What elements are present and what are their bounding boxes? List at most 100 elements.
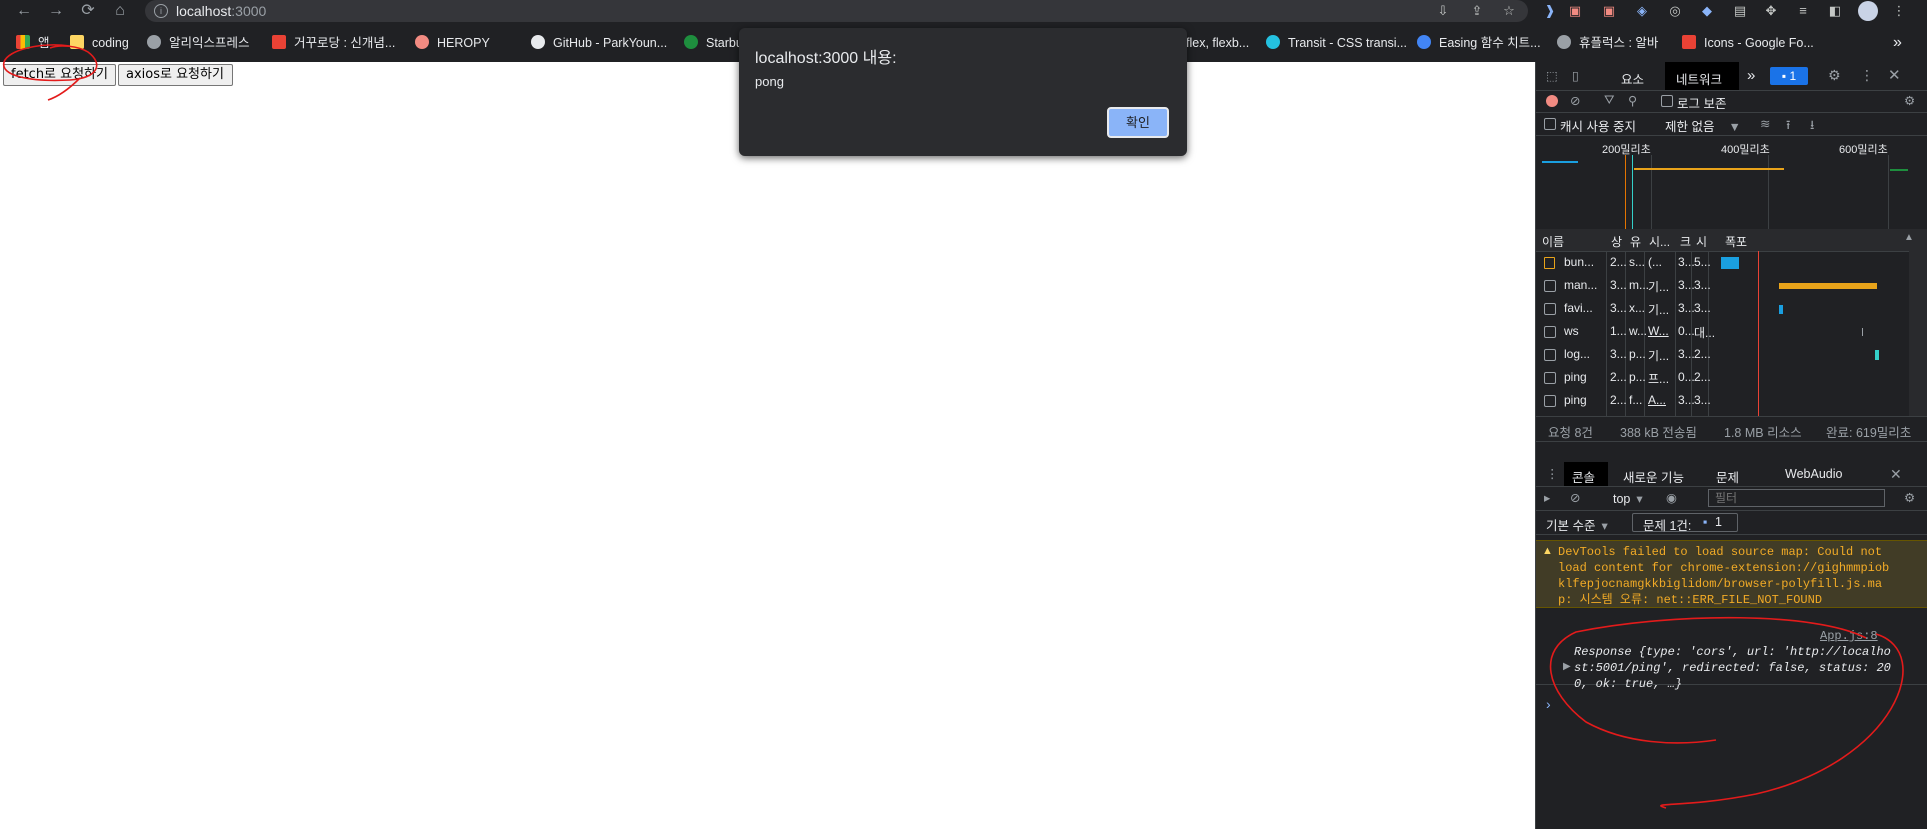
close-icon[interactable]: ✕ [1888,66,1901,84]
table-row[interactable]: bun... 2... s... (... 3... 5... [1536,251,1908,274]
filter-icon[interactable]: ⛛ [1604,93,1615,108]
reload-icon[interactable]: ⟳ [78,1,98,21]
axios-request-button[interactable]: axios로 요청하기 [118,64,233,86]
back-icon[interactable]: ← [14,1,34,21]
tab-issues[interactable]: 문제 [1716,467,1739,486]
fetch-request-button[interactable]: fetch로 요청하기 [3,64,116,86]
table-scrollbar[interactable] [1909,251,1927,416]
drawer-menu-icon[interactable]: ⋮ [1546,466,1559,481]
export-har-icon[interactable]: ⭳ [1810,116,1814,137]
install-icon[interactable]: ⇩ [1434,2,1452,20]
close-icon[interactable]: ✕ [1890,466,1902,483]
bookmark-link[interactable]: Transit - CSS transi... [1266,30,1407,56]
extension-icon[interactable]: ❱ [1541,2,1559,20]
column-name[interactable]: 이름 [1542,233,1564,250]
avatar[interactable] [1858,1,1878,21]
expand-arrow-icon[interactable]: ▶ [1563,661,1571,672]
record-icon[interactable] [1546,95,1558,107]
tab-elements[interactable]: 요소 [1621,69,1644,88]
disable-cache-checkbox[interactable] [1544,118,1556,130]
preserve-log-checkbox[interactable] [1661,95,1673,107]
grid-line [1651,155,1652,229]
tab-console[interactable]: 콘솔 [1572,467,1595,486]
bookmark-link[interactable]: 거꾸로당 : 신개념... [272,30,395,56]
timeline-label: 400밀리초 [1721,144,1770,156]
bookmark-folder[interactable]: coding [70,30,129,56]
bookmark-link[interactable]: HEROPY [415,30,490,56]
tab-whats-new[interactable]: 새로운 기능 [1623,467,1684,486]
search-icon[interactable]: ⚲ [1628,93,1637,108]
reading-list-icon[interactable]: ≡ [1794,2,1812,20]
starbucks-icon [684,35,698,49]
log-text[interactable]: Response {type: 'cors', url: 'http://loc… [1574,644,1924,660]
bookmarks-more-icon[interactable]: » [1893,30,1902,56]
bookmark-link[interactable]: Starbu [684,30,743,56]
home-icon[interactable]: ⌂ [110,1,130,21]
column-status[interactable]: 상 [1611,233,1622,250]
extension-icon[interactable]: ◈ [1633,2,1651,20]
console-settings-icon[interactable]: ⚙ [1904,490,1915,505]
bookmark-star-icon[interactable]: ☆ [1500,2,1518,20]
log-levels-select[interactable]: 기본 수준 ▾ [1546,515,1608,534]
clear-console-icon[interactable]: ⊘ [1570,490,1580,505]
bookmark-link[interactable]: 알리익스프레스 [147,30,250,56]
sort-up-icon[interactable]: ▲ [1904,232,1914,243]
extension-icon[interactable]: ◆ [1698,2,1716,20]
column-size[interactable]: 크 [1680,233,1691,250]
kebab-menu-icon[interactable]: ⋮ [1860,67,1874,84]
bookmark-link[interactable]: Easing 함수 치트... [1417,30,1541,56]
eye-icon[interactable]: ◉ [1666,490,1677,505]
log-source-link[interactable]: App.js:8 [1820,628,1920,644]
network-conditions-icon[interactable]: ≋ [1760,116,1770,131]
issues-badge[interactable]: ▪ 1 [1770,67,1808,85]
share-icon[interactable]: ⇪ [1468,2,1486,20]
chevron-down-icon: ▾ [1601,519,1608,533]
extension-icon[interactable]: ◎ [1666,2,1684,20]
tab-webaudio[interactable]: WebAudio [1785,467,1842,481]
warning-text: p: 시스템 오류: net::ERR_FILE_NOT_FOUND [1558,593,1823,607]
bookmark-link[interactable]: Icons - Google Fo... [1682,30,1814,56]
table-row[interactable]: ping 2... f... A... 3... 3... [1536,389,1908,412]
sidebar-toggle-icon[interactable]: ▸ [1544,490,1550,505]
column-initiator[interactable]: 시... [1649,233,1670,250]
console-filter-input[interactable] [1708,489,1885,507]
console-prompt[interactable]: › [1546,696,1551,712]
issues-counter[interactable]: 문제 1건: ▪ 1 [1632,513,1738,533]
column-time[interactable]: 시 [1696,233,1707,250]
import-har-icon[interactable]: ⭱ [1786,116,1790,137]
menu-icon[interactable]: ⋮ [1890,2,1908,20]
extension-icon[interactable]: ▤ [1731,2,1749,20]
bookmark-link[interactable]: 휴플럭스 : 알바 [1557,30,1658,56]
table-row[interactable]: man... 3... m... 기... 3... 3... [1536,274,1908,297]
side-panel-icon[interactable]: ◧ [1826,2,1844,20]
table-row[interactable]: ping 2... p... 프... 0... 2... [1536,366,1908,389]
extension-icon[interactable]: ▣ [1566,2,1584,20]
omnibox[interactable]: i [145,0,1528,22]
bookmark-link[interactable]: flex, flexb... [1186,30,1249,56]
waterfall-bar [1875,350,1879,360]
tab-network[interactable]: 네트워크 [1676,69,1722,88]
bookmark-link[interactable]: GitHub - ParkYoun... [531,30,667,56]
warning-text[interactable]: klfepjocnamgkkbiglidom/browser-polyfill.… [1558,576,1918,592]
context-select[interactable]: top ▾ [1613,491,1643,506]
bookmark-apps[interactable]: 앱 [16,30,50,56]
dialog-ok-button[interactable]: 확인 [1107,107,1169,138]
table-row[interactable]: log... 3... p... 기... 3... 2... [1536,343,1908,366]
column-type[interactable]: 유 [1630,233,1641,250]
column-waterfall[interactable]: 폭포 [1725,233,1747,250]
site-info-icon[interactable]: i [154,4,168,18]
puzzle-icon[interactable]: ✥ [1762,2,1780,20]
network-settings-icon[interactable]: ⚙ [1904,93,1915,108]
url-text[interactable]: localhost:3000 [176,3,266,19]
warning-text[interactable]: load content for chrome-extension://gigh… [1558,560,1918,576]
table-row[interactable]: ws 1... w... W... 0... 대... [1536,320,1908,343]
clear-icon[interactable]: ⊘ [1570,93,1580,108]
inspect-icon[interactable]: ⬚ [1546,68,1558,83]
device-toggle-icon[interactable]: ▯ [1572,68,1579,83]
extension-icon[interactable]: ▣ [1600,2,1618,20]
table-row[interactable]: favi... 3... x... 기... 3... 3... [1536,297,1908,320]
forward-icon[interactable]: → [46,1,66,21]
settings-icon[interactable]: ⚙ [1828,67,1841,84]
more-tabs-icon[interactable]: » [1747,67,1755,84]
throttling-select[interactable]: 제한 없음 ▼ [1665,116,1741,135]
